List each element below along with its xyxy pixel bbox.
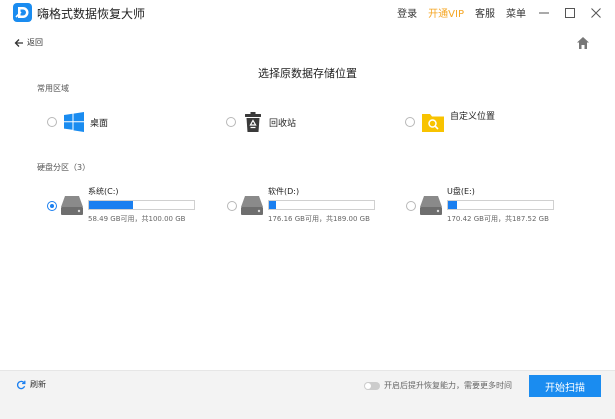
- disk-section-label: 硬盘分区（3）: [37, 163, 91, 172]
- radio-disk-d[interactable]: [227, 201, 237, 211]
- top-menu: 登录 开通VIP 客服 菜单: [397, 0, 615, 25]
- service-link[interactable]: 客服: [475, 5, 495, 20]
- minimize-icon[interactable]: [537, 6, 551, 20]
- page-title: 选择原数据存储位置: [258, 67, 357, 80]
- radio-disk-e[interactable]: [406, 201, 416, 211]
- disk-info: 170.42 GB可用，共187.52 GB: [447, 215, 549, 223]
- radio-disk-c[interactable]: [47, 201, 57, 211]
- refresh-label: 刷新: [30, 380, 46, 389]
- nav-bar: 返回: [0, 34, 615, 54]
- refresh-icon: [16, 380, 26, 389]
- disk-info: 58.49 GB可用，共100.00 GB: [88, 215, 186, 223]
- radio-recycle-bin[interactable]: [226, 117, 236, 127]
- disk-usage-bar: [447, 200, 554, 210]
- disk-name: 软件(D:): [268, 187, 300, 196]
- title-bar: 嗨格式数据恢复大师 登录 开通VIP 客服 菜单: [0, 0, 615, 25]
- radio-desktop[interactable]: [47, 117, 57, 127]
- menu-link[interactable]: 菜单: [506, 5, 526, 20]
- location-desktop[interactable]: 桌面: [47, 107, 108, 137]
- disk-c[interactable]: 系统(C:) 58.49 GB可用，共100.00 GB: [47, 186, 227, 226]
- location-custom[interactable]: 自定义位置: [405, 102, 495, 132]
- folder-search-icon: [421, 110, 445, 134]
- disk-name: 系统(C:): [88, 187, 119, 196]
- location-recycle-bin[interactable]: 回收站: [226, 107, 296, 137]
- disk-usage-bar: [268, 200, 375, 210]
- disk-info: 176.16 GB可用，共189.00 GB: [268, 215, 370, 223]
- windows-icon: [63, 111, 85, 133]
- app-logo-icon: [13, 3, 32, 22]
- refresh-button[interactable]: 刷新: [16, 379, 46, 390]
- disk-e[interactable]: U盘(E:) 170.42 GB可用，共187.52 GB: [406, 186, 586, 226]
- enhance-toggle-label: 开启后提升恢复能力，需要更多时间: [384, 381, 512, 390]
- hard-drive-icon: [60, 195, 84, 216]
- disk-usage-bar: [88, 200, 195, 210]
- back-button[interactable]: 返回: [14, 37, 43, 48]
- recycle-bin-icon: [242, 111, 264, 133]
- start-scan-button[interactable]: 开始扫描: [529, 375, 601, 397]
- home-icon[interactable]: [576, 36, 590, 50]
- login-link[interactable]: 登录: [397, 5, 417, 20]
- enhance-toggle-group: 开启后提升恢复能力，需要更多时间: [364, 380, 512, 391]
- disk-d[interactable]: 软件(D:) 176.16 GB可用，共189.00 GB: [227, 186, 407, 226]
- hard-drive-icon: [240, 195, 264, 216]
- arrow-left-icon: [14, 38, 23, 47]
- common-section-label: 常用区域: [37, 84, 69, 93]
- close-icon[interactable]: [589, 6, 603, 20]
- enhance-toggle[interactable]: [364, 381, 380, 390]
- location-label: 自定义位置: [450, 111, 496, 122]
- location-label: 桌面: [90, 118, 109, 129]
- back-label: 返回: [27, 38, 43, 47]
- footer-bar: 刷新 开启后提升恢复能力，需要更多时间 开始扫描: [0, 370, 615, 419]
- hard-drive-icon: [419, 195, 443, 216]
- app-title: 嗨格式数据恢复大师: [37, 7, 146, 21]
- radio-custom[interactable]: [405, 117, 415, 127]
- maximize-icon[interactable]: [563, 6, 577, 20]
- disk-name: U盘(E:): [447, 187, 475, 196]
- vip-link[interactable]: 开通VIP: [428, 5, 464, 20]
- location-label: 回收站: [269, 118, 297, 129]
